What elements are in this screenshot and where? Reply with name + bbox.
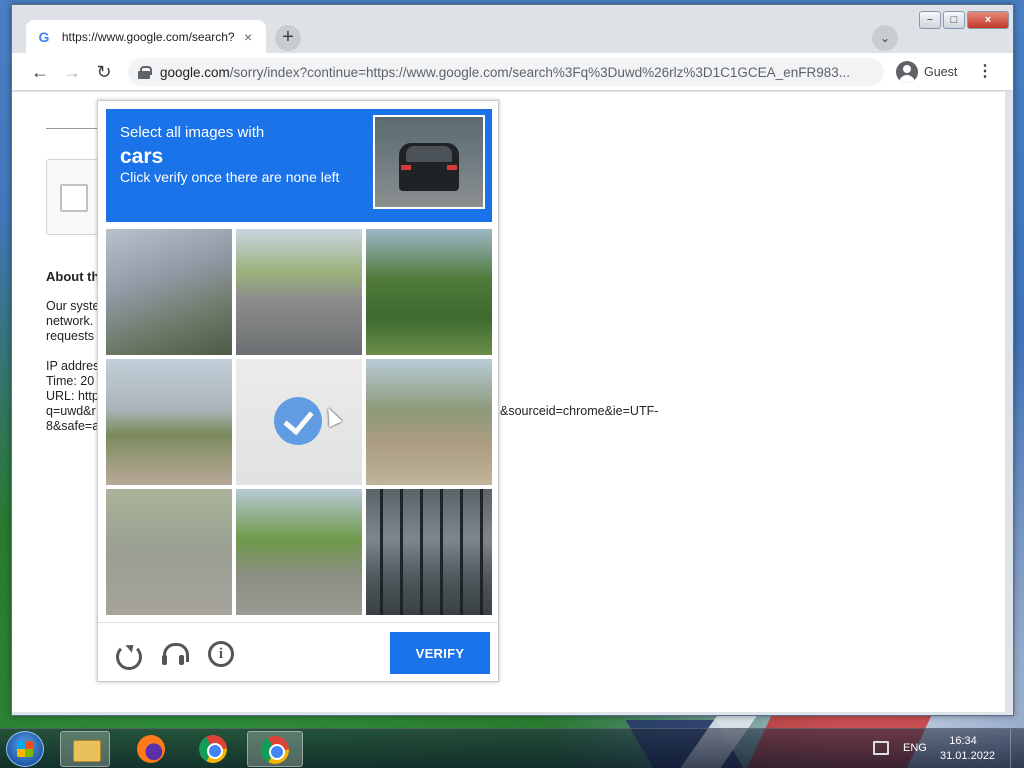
gate-bar	[480, 489, 483, 615]
captcha-target: cars	[120, 145, 164, 168]
network-icon[interactable]	[873, 741, 889, 755]
show-desktop-button[interactable]	[1010, 729, 1024, 768]
url-path: /sorry/index?continue=https://www.google…	[229, 64, 850, 80]
start-button[interactable]	[6, 731, 44, 767]
captcha-tile[interactable]	[366, 359, 492, 485]
tab-search-button[interactable]: ⌄	[872, 25, 898, 51]
captcha-tile[interactable]	[236, 489, 362, 615]
captcha-tile[interactable]	[106, 489, 232, 615]
forward-button[interactable]: →	[62, 62, 82, 82]
more-menu-icon[interactable]: ⋮	[975, 61, 995, 83]
url-line-tail: &sourceid=chrome&ie=UTF-	[500, 404, 659, 418]
car-taillight	[401, 165, 411, 170]
para-line: requests	[46, 329, 94, 343]
info-icon[interactable]: i	[208, 641, 234, 667]
gate-bar	[420, 489, 423, 615]
captcha-image-grid	[106, 229, 492, 615]
avatar-icon	[896, 61, 918, 83]
gate-bar	[400, 489, 403, 615]
checkmark-icon	[274, 397, 322, 445]
audio-challenge-icon[interactable]	[161, 641, 189, 669]
minimize-button[interactable]: −	[919, 11, 941, 29]
captcha-tile[interactable]	[366, 489, 492, 615]
clock-time: 16:34	[949, 735, 977, 747]
url-host: google.com	[160, 64, 230, 80]
back-button[interactable]: ←	[30, 62, 50, 82]
captcha-tile-selected[interactable]	[236, 359, 362, 485]
close-window-button[interactable]: ×	[967, 11, 1009, 29]
gate-bar	[460, 489, 463, 615]
car-taillight	[447, 165, 457, 170]
language-indicator[interactable]: ENG	[903, 742, 927, 754]
captcha-tile[interactable]	[366, 229, 492, 355]
taskbar: ENG 16:34 31.01.2022	[0, 728, 1024, 768]
chrome-icon	[261, 736, 289, 764]
google-favicon-icon: G	[38, 28, 50, 45]
tab-google-search[interactable]: G https://www.google.com/search? ×	[26, 20, 266, 53]
url-line-cont: q=uwd&r	[46, 404, 96, 418]
profile-button[interactable]: Guest	[892, 58, 962, 86]
gate-bar	[440, 489, 443, 615]
tab-title: https://www.google.com/search?	[61, 29, 235, 44]
chrome-taskbar-icon[interactable]	[188, 731, 238, 767]
browser-toolbar: ← → ↻ google.com/sorry/index?continue=ht…	[12, 53, 1013, 91]
car-window	[406, 146, 452, 162]
firefox-taskbar-icon[interactable]	[125, 731, 175, 767]
chrome-active-taskbar-icon[interactable]	[247, 731, 303, 767]
para-line: Our syste	[46, 299, 100, 313]
captcha-challenge-popup: Select all images with cars Click verify…	[97, 100, 499, 682]
reload-button[interactable]: ↻	[94, 62, 114, 82]
time-line: Time: 20	[46, 374, 95, 388]
tab-close-icon[interactable]: ×	[240, 29, 256, 45]
captcha-tile[interactable]	[236, 229, 362, 355]
url-line-cont: 8&safe=a	[46, 419, 100, 433]
captcha-tile[interactable]	[106, 359, 232, 485]
sample-car-image	[373, 115, 485, 209]
ip-line: IP addres	[46, 359, 100, 373]
maximize-button[interactable]: □	[943, 11, 965, 29]
para-line: network.	[46, 314, 94, 328]
clock[interactable]: 16:34 31.01.2022	[940, 734, 996, 764]
clock-date: 31.01.2022	[940, 750, 996, 762]
chrome-icon	[199, 735, 227, 763]
recaptcha-checkbox[interactable]	[60, 184, 88, 212]
captcha-tile[interactable]	[106, 229, 232, 355]
url-line: URL: http	[46, 389, 99, 403]
tab-strip: G https://www.google.com/search? × + ⌄ −…	[12, 5, 1013, 53]
file-explorer-taskbar-icon[interactable]	[60, 731, 110, 767]
captcha-header: Select all images with cars Click verify…	[106, 109, 492, 222]
new-tab-button[interactable]: +	[275, 25, 301, 51]
profile-label: Guest	[924, 65, 958, 79]
verify-button[interactable]: VERIFY	[390, 632, 490, 674]
gate-bar	[380, 489, 383, 615]
window-controls: − □ ×	[919, 11, 1009, 29]
address-bar[interactable]: google.com/sorry/index?continue=https://…	[128, 58, 884, 86]
captcha-subinstruction: Click verify once there are none left	[120, 169, 340, 185]
reload-challenge-icon[interactable]	[114, 641, 142, 670]
lock-icon[interactable]	[138, 66, 152, 79]
captcha-footer: i VERIFY	[98, 622, 498, 682]
url-text[interactable]: google.com/sorry/index?continue=https://…	[160, 65, 850, 80]
about-heading: About th	[46, 269, 100, 284]
captcha-instruction: Select all images with	[120, 124, 265, 141]
